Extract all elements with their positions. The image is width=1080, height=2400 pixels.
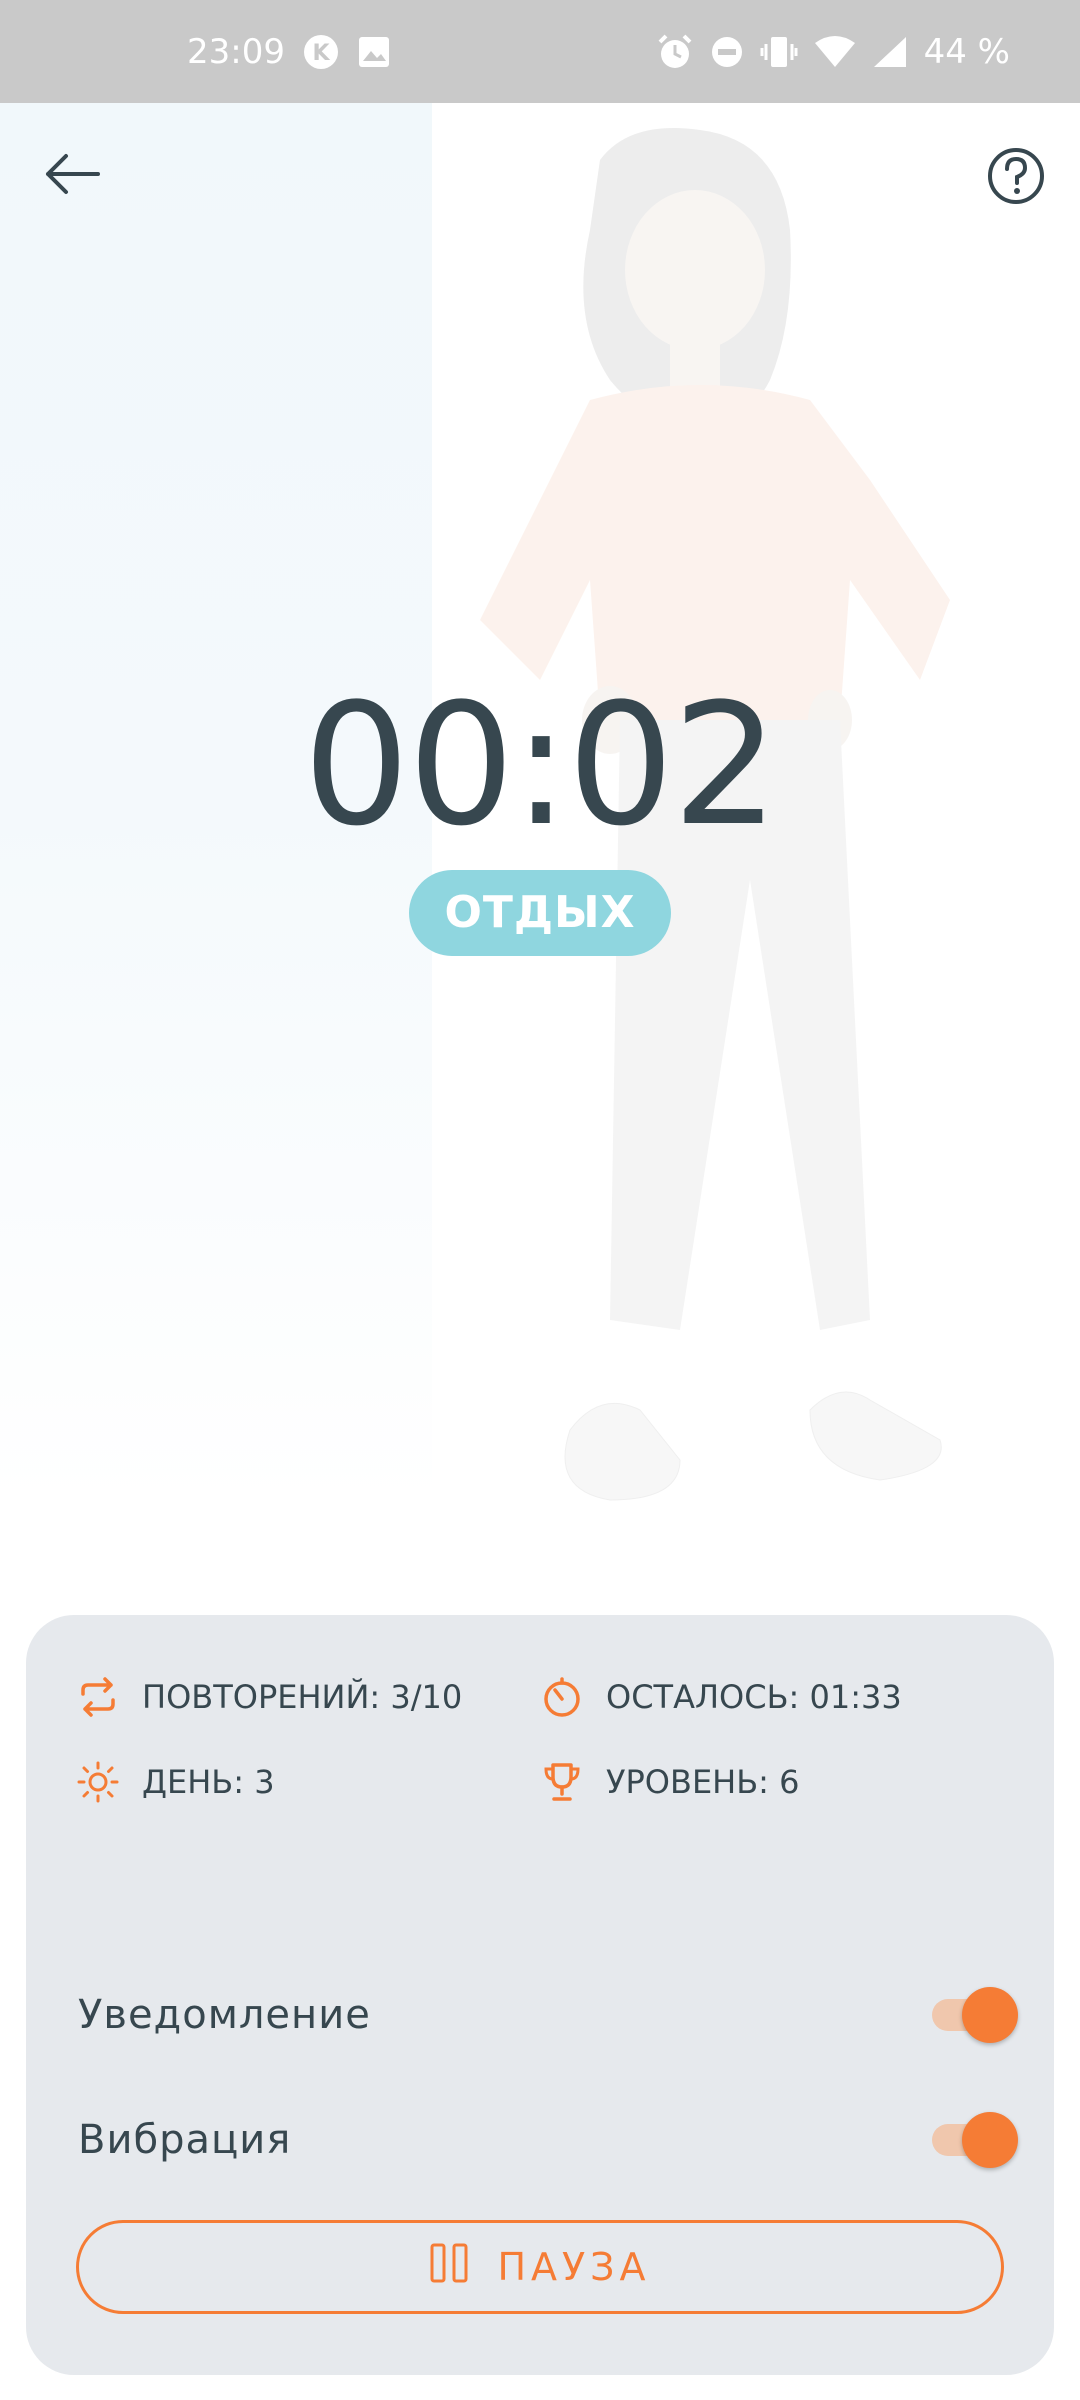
back-button[interactable] [36,140,108,212]
question-circle-icon [986,146,1046,210]
vibration-label: Вибрация [78,2117,292,2163]
stat-remaining-text: ОСТАЛОСЬ: 01:33 [606,1678,902,1716]
pause-label: ПАУЗА [497,2245,651,2289]
wifi-icon [814,35,856,69]
battery-level: 44 % [923,31,1010,72]
timer-display: 00:02 [302,667,779,863]
image-icon [357,35,391,69]
vibration-toggle[interactable] [928,2112,1018,2168]
stat-day: ДЕНЬ: 3 [76,1760,275,1804]
phase-badge: ОТДЫХ [409,870,671,956]
vibration-row: Вибрация [78,2100,1018,2180]
workout-info-card: ПОВТОРЕНИЙ: 3/10 ОСТАЛОСЬ: 01:33 ДЕНЬ: 3… [26,1615,1054,2375]
help-button[interactable] [980,142,1052,214]
notification-label: Уведомление [78,1992,371,2038]
stat-remaining: ОСТАЛОСЬ: 01:33 [540,1675,902,1719]
toggle-knob [962,2112,1018,2168]
alarm-icon [656,33,694,71]
pause-icon [429,2242,469,2293]
stat-repeats: ПОВТОРЕНИЙ: 3/10 [76,1675,462,1719]
pause-button[interactable]: ПАУЗА [76,2220,1004,2314]
stat-level: УРОВЕНЬ: 6 [540,1760,799,1804]
stat-level-text: УРОВЕНЬ: 6 [606,1763,800,1801]
signal-icon [872,35,908,69]
trophy-icon [540,1760,584,1804]
timer-icon [540,1675,584,1719]
k-app-icon: K [303,34,339,70]
repeat-icon [76,1675,120,1719]
svg-text:K: K [312,41,330,66]
vibrate-icon [760,34,798,70]
notification-toggle[interactable] [928,1987,1018,2043]
toggle-knob [962,1987,1018,2043]
status-bar: 23:09 K 44 % [0,0,1080,103]
sun-icon [76,1760,120,1804]
status-time: 23:09 [187,31,285,72]
notification-row: Уведомление [78,1975,1018,2055]
arrow-left-icon [42,152,102,200]
stat-day-text: ДЕНЬ: 3 [142,1763,275,1801]
stat-repeats-text: ПОВТОРЕНИЙ: 3/10 [142,1678,463,1716]
dnd-icon [710,35,744,69]
